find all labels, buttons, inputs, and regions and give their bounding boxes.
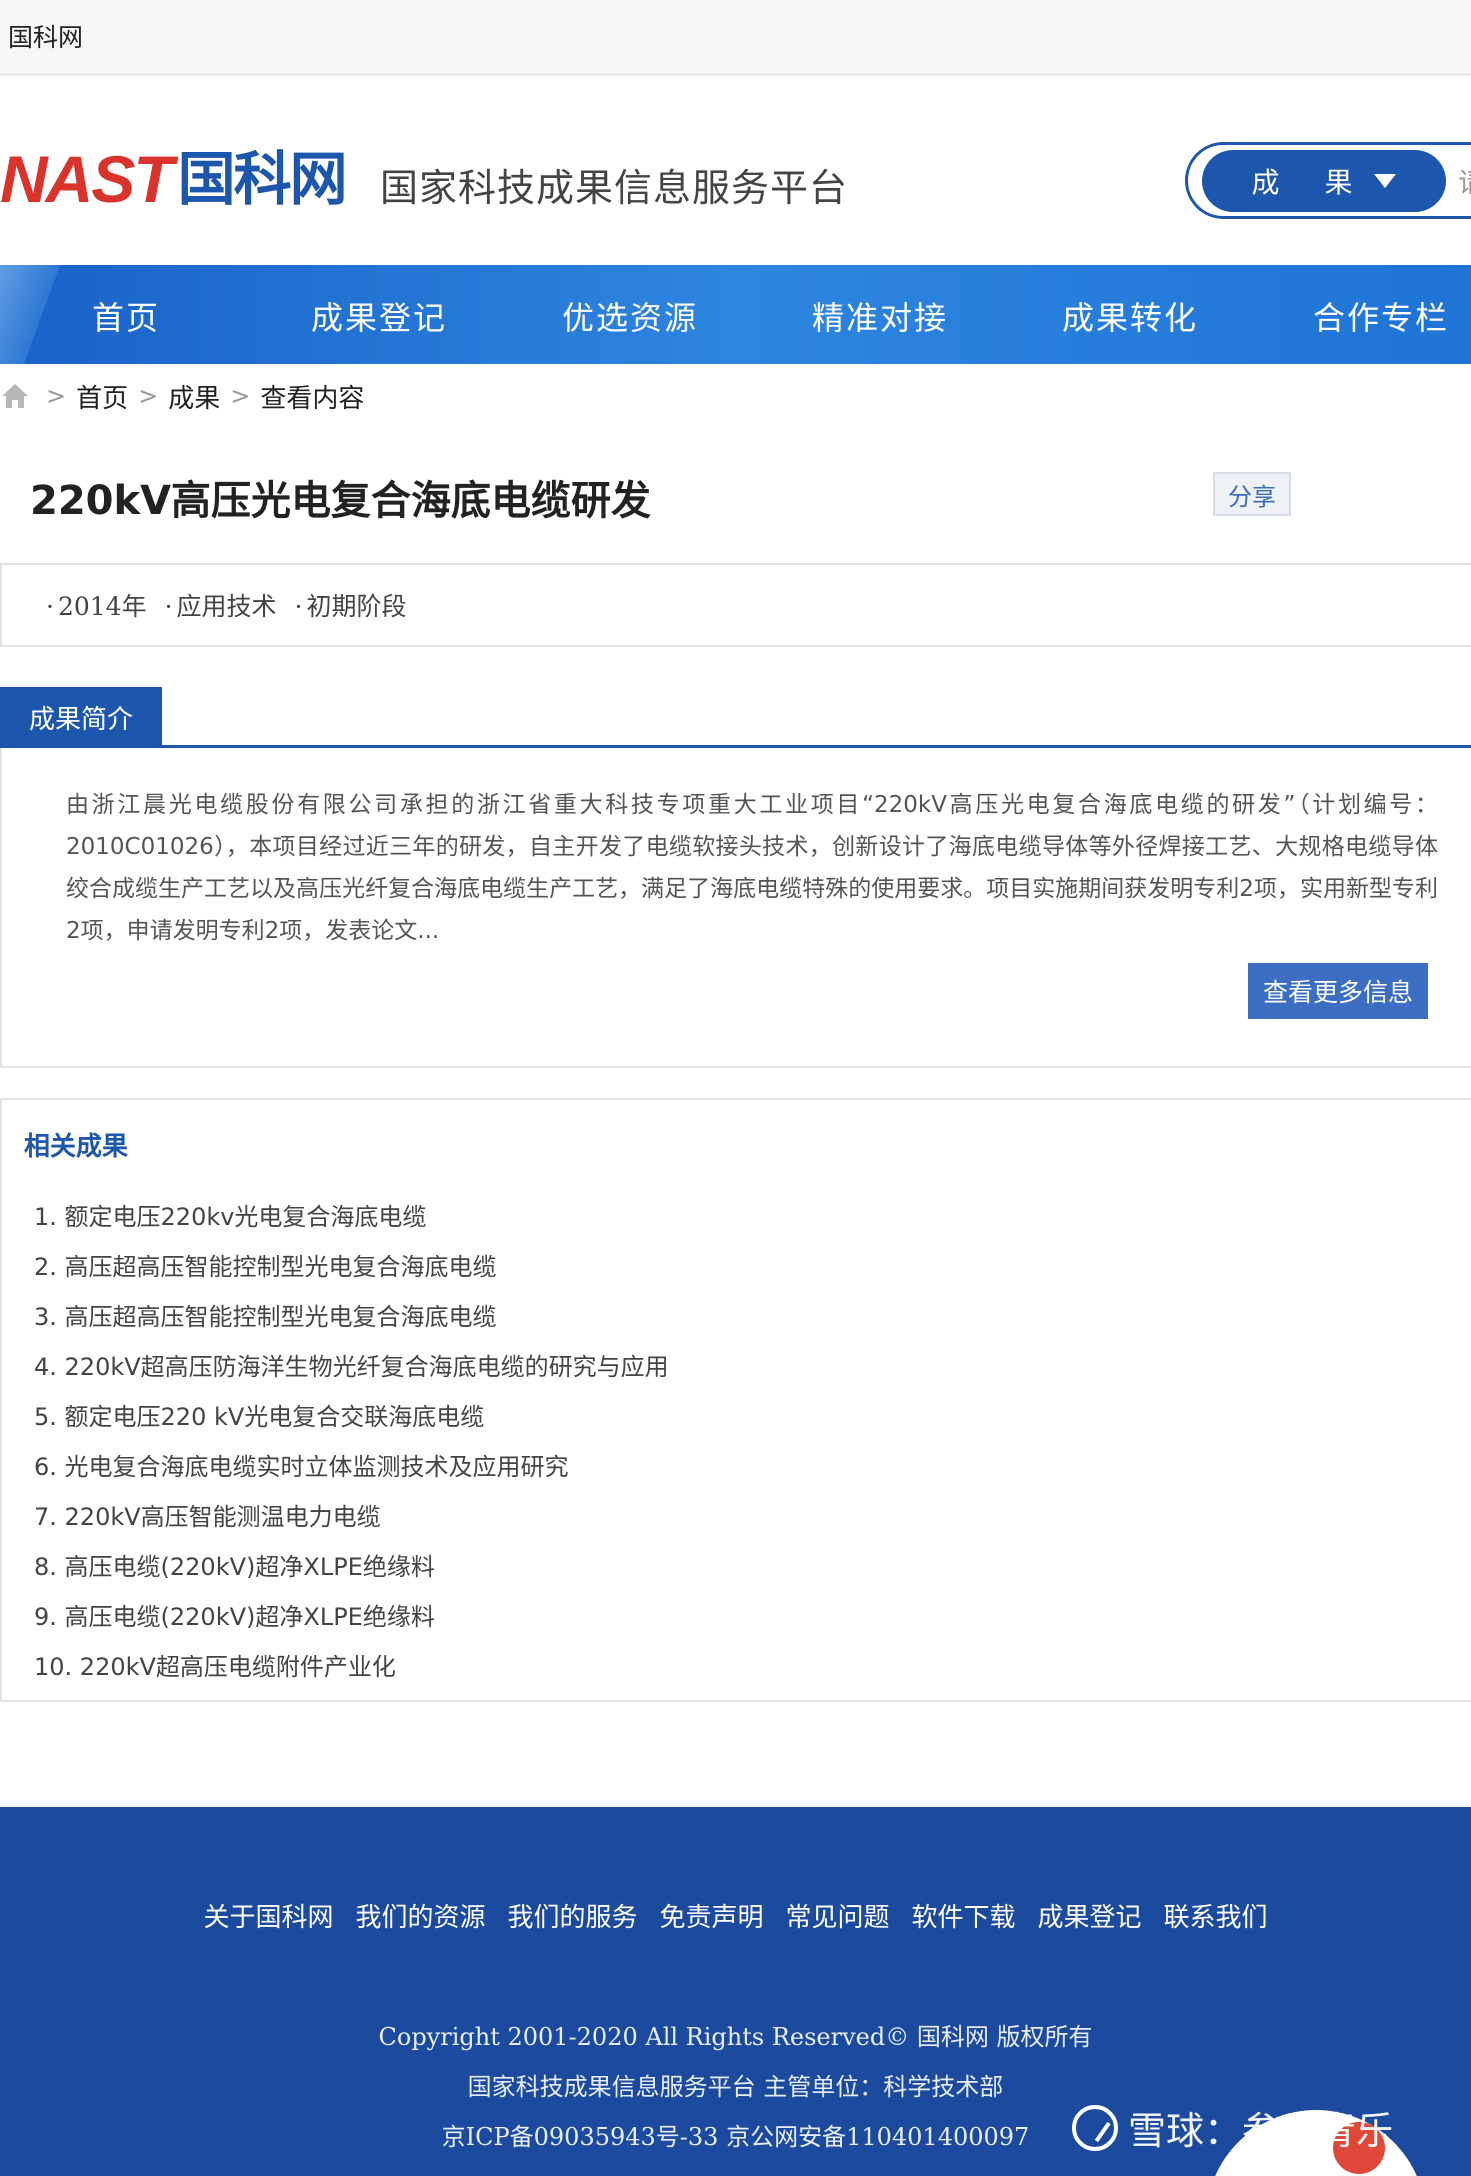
related-item[interactable]: 4. 220kV超高压防海洋生物光纤复合海底电缆的研究与应用 bbox=[34, 1342, 669, 1392]
related-item[interactable]: 6. 光电复合海底电缆实时立体监测技术及应用研究 bbox=[34, 1442, 669, 1492]
footer-link-download[interactable]: 软件下载 bbox=[912, 1897, 1016, 1934]
related-panel: 相关成果 1. 额定电压220kv光电复合海底电缆 2. 高压超高压智能控制型光… bbox=[0, 1098, 1471, 1702]
breadcrumb: > 首页 > 成果 > 查看内容 bbox=[0, 376, 364, 416]
nav-item-transfer[interactable]: 成果转化 bbox=[1062, 293, 1198, 339]
related-item[interactable]: 5. 额定电压220 kV光电复合交联海底电缆 bbox=[34, 1392, 669, 1442]
meta-stage: 初期阶段 bbox=[295, 587, 407, 623]
search-category-label: 成 果 bbox=[1251, 166, 1371, 199]
nav-item-cooperation[interactable]: 合作专栏 bbox=[1313, 293, 1449, 339]
related-item[interactable]: 2. 高压超高压智能控制型光电复合海底电缆 bbox=[34, 1242, 669, 1292]
related-item[interactable]: 8. 高压电缆(220kV)超净XLPE绝缘料 bbox=[34, 1542, 669, 1592]
related-title: 相关成果 bbox=[24, 1132, 129, 1162]
footer-platform: 国家科技成果信息服务平台 主管单位：科学技术部 bbox=[467, 2073, 1004, 2101]
logo-cn: 国科网 bbox=[177, 145, 348, 213]
footer-link-faq[interactable]: 常见问题 bbox=[786, 1897, 890, 1934]
breadcrumb-current: 查看内容 bbox=[260, 383, 365, 414]
chevron-down-icon bbox=[1374, 174, 1397, 188]
breadcrumb-category[interactable]: 成果 bbox=[168, 378, 220, 415]
footer-link-resources[interactable]: 我们的资源 bbox=[355, 1897, 485, 1934]
search-box[interactable]: 成 果 请输 bbox=[1185, 142, 1471, 219]
page-tab-title[interactable]: 国科网 bbox=[8, 18, 83, 54]
footer-link-disclaimer[interactable]: 免责声明 bbox=[659, 1897, 763, 1934]
footer-link-register[interactable]: 成果登记 bbox=[1038, 1897, 1142, 1934]
footer-link-services[interactable]: 我们的服务 bbox=[507, 1897, 637, 1934]
article-meta: 2014年 应用技术 初期阶段 bbox=[0, 563, 1471, 647]
chevron-right-icon: > bbox=[230, 382, 251, 410]
nav-item-home[interactable]: 首页 bbox=[92, 293, 160, 339]
nav-accent-decoration bbox=[0, 265, 60, 364]
site-logo[interactable]: NAST 国科网 bbox=[0, 139, 348, 219]
watermark: 雪球：叁贰青乐 bbox=[1072, 2100, 1394, 2155]
meta-type: 应用技术 bbox=[165, 587, 277, 623]
related-item[interactable]: 9. 高压电缆(220kV)超净XLPE绝缘料 bbox=[34, 1592, 669, 1642]
site-slogan: 国家科技成果信息服务平台 bbox=[380, 166, 849, 210]
search-input[interactable]: 请输 bbox=[1458, 161, 1471, 200]
footer-copyright: Copyright 2001-2020 All Rights Reserved©… bbox=[378, 2023, 1093, 2051]
footer-link-about[interactable]: 关于国科网 bbox=[203, 1897, 333, 1934]
breadcrumb-home[interactable]: 首页 bbox=[76, 378, 128, 415]
related-list: 1. 额定电压220kv光电复合海底电缆 2. 高压超高压智能控制型光电复合海底… bbox=[34, 1192, 669, 1692]
watermark-text: 雪球：叁贰青乐 bbox=[1128, 2109, 1395, 2153]
nav-item-register[interactable]: 成果登记 bbox=[311, 293, 447, 339]
chevron-right-icon: > bbox=[46, 382, 67, 410]
nav-item-matching[interactable]: 精准对接 bbox=[812, 293, 948, 339]
snowball-logo-icon bbox=[1072, 2104, 1118, 2151]
chevron-right-icon: > bbox=[138, 382, 159, 410]
related-item[interactable]: 10. 220kV超高压电缆附件产业化 bbox=[34, 1642, 669, 1692]
home-icon[interactable] bbox=[0, 382, 30, 410]
related-item[interactable]: 3. 高压超高压智能控制型光电复合海底电缆 bbox=[34, 1292, 669, 1342]
related-item[interactable]: 7. 220kV高压智能测温电力电缆 bbox=[34, 1492, 669, 1542]
main-nav: 首页 成果登记 优选资源 精准对接 成果转化 合作专栏 bbox=[0, 265, 1471, 364]
summary-text: 由浙江晨光电缆股份有限公司承担的浙江省重大科技专项重大工业项目“220kV高压光… bbox=[66, 792, 1438, 944]
nav-item-resources[interactable]: 优选资源 bbox=[562, 293, 698, 339]
browser-topbar: 国科网 bbox=[0, 0, 1471, 76]
meta-year: 2014年 bbox=[46, 587, 147, 623]
site-header: NAST 国科网 国家科技成果信息服务平台 成 果 请输 bbox=[0, 79, 1471, 265]
logo-latin: NAST bbox=[0, 142, 174, 216]
footer-link-contact[interactable]: 联系我们 bbox=[1164, 1897, 1268, 1934]
view-more-button[interactable]: 查看更多信息 bbox=[1248, 963, 1428, 1019]
footer-links: 关于国科网 我们的资源 我们的服务 免责声明 常见问题 软件下载 成果登记 联系… bbox=[0, 1897, 1471, 1934]
search-category-select[interactable]: 成 果 bbox=[1202, 150, 1446, 212]
related-item[interactable]: 1. 额定电压220kv光电复合海底电缆 bbox=[34, 1192, 669, 1242]
summary-panel: 由浙江晨光电缆股份有限公司承担的浙江省重大科技专项重大工业项目“220kV高压光… bbox=[0, 748, 1471, 1068]
page-title: 220kV高压光电复合海底电缆研发 bbox=[30, 478, 652, 524]
tab-summary[interactable]: 成果简介 bbox=[0, 687, 162, 747]
share-button[interactable]: 分享 bbox=[1213, 472, 1291, 516]
